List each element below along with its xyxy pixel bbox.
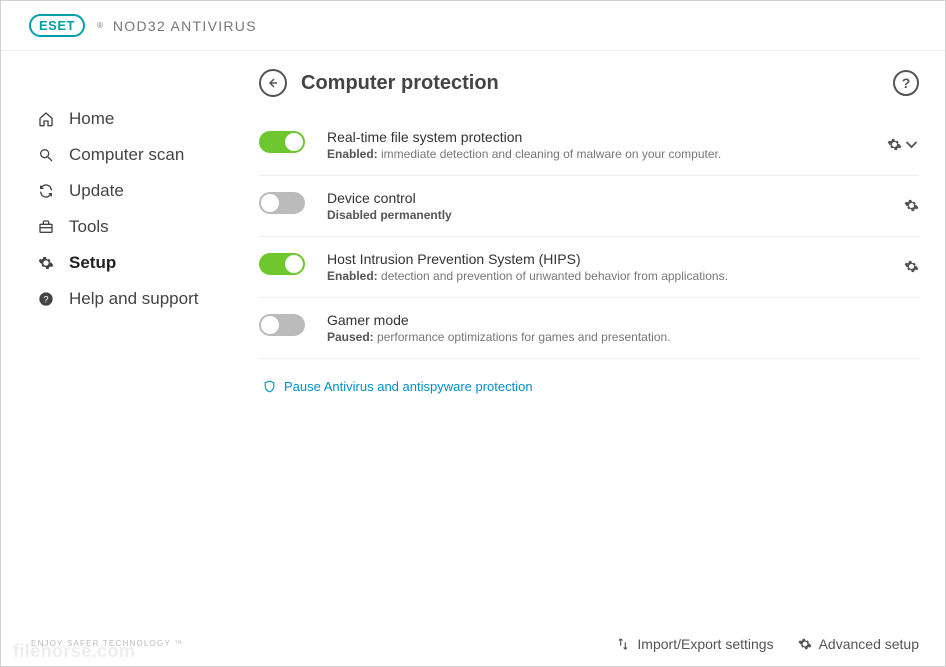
setting-title: Real-time file system protection — [327, 129, 887, 145]
main-area: Home Computer scan Update Tools — [1, 51, 945, 666]
question-circle-icon: ? — [37, 290, 55, 308]
setting-row-hips: Host Intrusion Prevention System (HIPS) … — [259, 237, 919, 298]
sidebar-item-label: Update — [69, 181, 124, 201]
setting-gear-realtime[interactable] — [887, 129, 919, 152]
eset-mark: ESET — [29, 14, 85, 37]
toggle-gamer[interactable] — [259, 314, 305, 336]
sidebar-item-help[interactable]: ? Help and support — [1, 281, 251, 317]
pause-protection-link[interactable]: Pause Antivirus and antispyware protecti… — [259, 359, 919, 394]
import-export-button[interactable]: Import/Export settings — [616, 636, 773, 652]
advanced-setup-button[interactable]: Advanced setup — [798, 636, 919, 652]
briefcase-icon — [37, 218, 55, 236]
help-button[interactable]: ? — [893, 70, 919, 96]
window-controls — [881, 14, 925, 38]
toggle-hips[interactable] — [259, 253, 305, 275]
setting-title: Device control — [327, 190, 904, 206]
setting-desc: Disabled permanently — [327, 208, 904, 222]
sidebar-item-label: Home — [69, 109, 114, 129]
setting-desc: Enabled: immediate detection and cleanin… — [327, 147, 887, 161]
shield-icon — [263, 380, 276, 393]
app-window: ESET ® NOD32 ANTIVIRUS Home — [0, 0, 946, 667]
gear-icon — [37, 254, 55, 272]
minimize-button[interactable] — [881, 14, 889, 38]
setting-row-device-control: Device control Disabled permanently — [259, 176, 919, 237]
setting-desc: Enabled: detection and prevention of unw… — [327, 269, 904, 283]
advanced-setup-label: Advanced setup — [819, 636, 919, 652]
gear-icon — [798, 637, 812, 651]
content-panel: Computer protection ? Real-time file sys… — [251, 51, 945, 666]
sidebar-item-home[interactable]: Home — [1, 101, 251, 137]
import-export-icon — [616, 637, 630, 651]
toggle-device-control[interactable] — [259, 192, 305, 214]
gear-icon — [904, 259, 919, 274]
setting-title: Gamer mode — [327, 312, 919, 328]
sidebar-item-label: Setup — [69, 253, 116, 273]
sidebar-item-setup[interactable]: Setup — [1, 245, 251, 281]
setting-title: Host Intrusion Prevention System (HIPS) — [327, 251, 904, 267]
arrow-left-icon — [267, 77, 279, 89]
content-footer: Import/Export settings Advanced setup — [251, 622, 945, 666]
setting-row-gamer: Gamer mode Paused: performance optimizat… — [259, 298, 919, 359]
settings-list: Real-time file system protection Enabled… — [251, 115, 945, 394]
gear-icon — [887, 137, 902, 152]
home-icon — [37, 110, 55, 128]
import-export-label: Import/Export settings — [637, 636, 773, 652]
page-title: Computer protection — [301, 72, 499, 95]
setting-desc: Paused: performance optimizations for ga… — [327, 330, 919, 344]
refresh-icon — [37, 182, 55, 200]
registered-mark: ® — [97, 21, 103, 30]
content-header: Computer protection ? — [251, 51, 945, 115]
sidebar-item-label: Help and support — [69, 289, 198, 309]
sidebar-item-label: Computer scan — [69, 145, 184, 165]
setting-gear-hips[interactable] — [904, 251, 919, 274]
sidebar: Home Computer scan Update Tools — [1, 51, 251, 666]
sidebar-tagline: ENJOY SAFER TECHNOLOGY ™ — [1, 639, 251, 666]
toggle-realtime[interactable] — [259, 131, 305, 153]
chevron-down-icon — [904, 137, 919, 152]
sidebar-item-scan[interactable]: Computer scan — [1, 137, 251, 173]
product-name: NOD32 ANTIVIRUS — [113, 18, 257, 34]
sidebar-item-update[interactable]: Update — [1, 173, 251, 209]
svg-text:?: ? — [43, 294, 48, 304]
search-icon — [37, 146, 55, 164]
pause-link-label: Pause Antivirus and antispyware protecti… — [284, 379, 533, 394]
sidebar-item-label: Tools — [69, 217, 109, 237]
back-button[interactable] — [259, 69, 287, 97]
close-button[interactable] — [917, 14, 925, 38]
gear-icon — [904, 198, 919, 213]
brand-logo: ESET ® NOD32 ANTIVIRUS — [29, 14, 257, 37]
setting-row-realtime: Real-time file system protection Enabled… — [259, 115, 919, 176]
setting-gear-device-control[interactable] — [904, 190, 919, 213]
sidebar-item-tools[interactable]: Tools — [1, 209, 251, 245]
titlebar: ESET ® NOD32 ANTIVIRUS — [1, 1, 945, 51]
